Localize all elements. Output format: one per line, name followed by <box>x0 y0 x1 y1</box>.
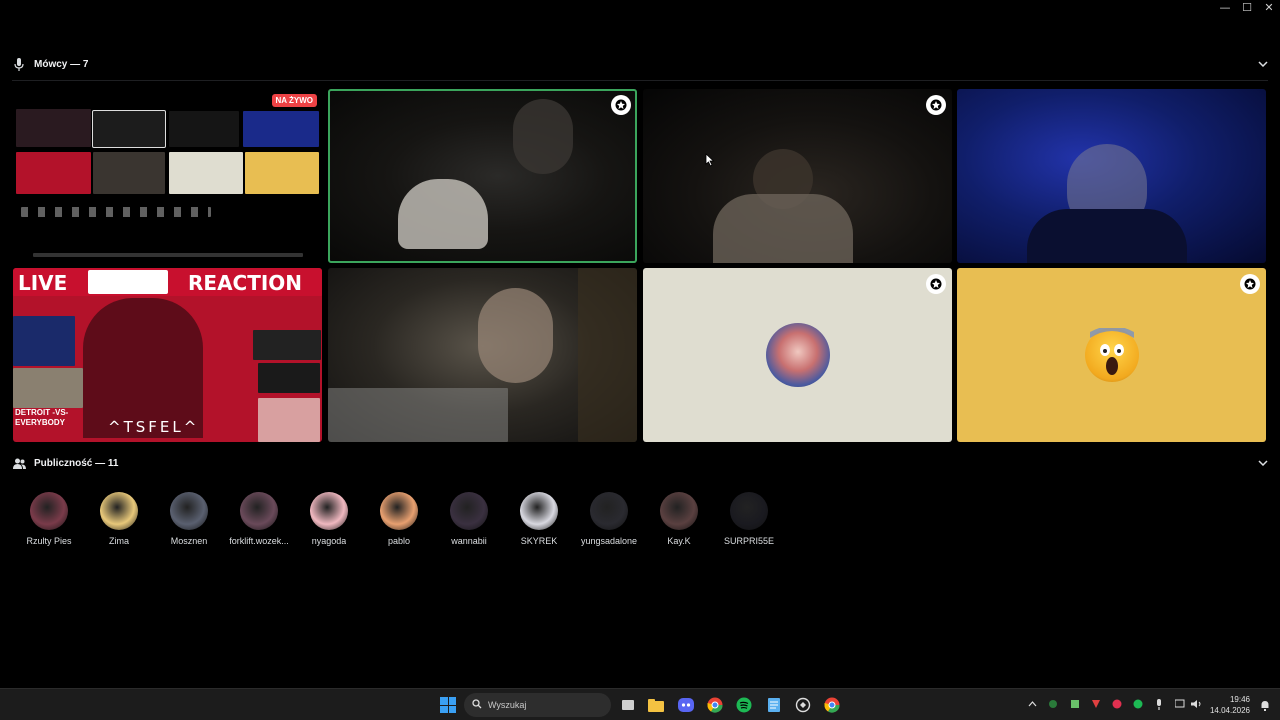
video-tile[interactable] <box>957 89 1266 263</box>
audience-list: Rzulty Pies Zima Mosznen forklift.wozek... n… <box>14 492 784 546</box>
speakers-header[interactable]: Mówcy — 7 <box>0 53 1280 75</box>
microphone-icon[interactable] <box>1153 698 1165 710</box>
avatar <box>240 492 278 530</box>
audience-member-name: nyagoda <box>311 536 347 546</box>
audience-member[interactable]: nyagoda <box>294 492 364 546</box>
minimize-button[interactable]: — <box>1214 0 1236 16</box>
avatar <box>450 492 488 530</box>
divider <box>12 80 1268 81</box>
tray-app-icon[interactable] <box>1111 698 1123 710</box>
audience-member-name: yungsadalone <box>580 536 638 546</box>
avatar <box>170 492 208 530</box>
audience-member-name: wannabii <box>451 536 487 546</box>
app-icon[interactable] <box>793 695 813 715</box>
chrome-icon[interactable] <box>822 695 842 715</box>
search-icon <box>472 696 482 714</box>
audience-member[interactable]: pablo <box>364 492 434 546</box>
stream-live-label: LIVE <box>18 271 68 295</box>
audience-member-name: SURPRI55E <box>723 536 775 546</box>
video-tile-active-speaker[interactable] <box>328 89 637 263</box>
avatar-tile[interactable] <box>957 268 1266 442</box>
audience-member-name: Mosznen <box>170 536 208 546</box>
clock-date: 14.04.2026 <box>1209 706 1250 715</box>
discord-icon[interactable] <box>676 695 696 715</box>
screaming-face-icon <box>1084 326 1139 382</box>
notification-bell-icon[interactable] <box>1260 698 1272 711</box>
avatar-tile[interactable] <box>643 268 952 442</box>
clock[interactable]: 19:46 14.04.2026 <box>1210 694 1250 716</box>
maximize-button[interactable]: ☐ <box>1236 0 1258 16</box>
avatar <box>100 492 138 530</box>
stream-reaction-tile[interactable]: LIVE REACTION ^TSFEL^ DETROIT -VS- EVERY… <box>13 268 322 442</box>
windows-start-icon[interactable] <box>440 697 456 713</box>
live-badge: NA ŻYWO <box>271 94 317 107</box>
people-icon <box>12 456 26 470</box>
avatar <box>520 492 558 530</box>
notepad-icon[interactable] <box>764 695 784 715</box>
window-controls: — ☐ ✕ <box>1214 0 1280 16</box>
screen-share-tile[interactable]: NA ŻYWO <box>13 89 322 263</box>
audience-title: Publiczność — 11 <box>34 457 119 469</box>
stage-moderator-icon <box>1240 274 1260 294</box>
avatar <box>30 492 68 530</box>
audience-member[interactable]: SKYREK <box>504 492 574 546</box>
spotify-icon[interactable] <box>734 695 754 715</box>
audience-member-name: Kay.K <box>667 536 691 546</box>
tray-app-icon[interactable] <box>1047 698 1059 710</box>
audience-member[interactable]: Zima <box>84 492 154 546</box>
speakers-title: Mówcy — 7 <box>34 58 89 70</box>
chevron-down-icon[interactable] <box>1256 456 1270 470</box>
stage-moderator-icon <box>926 274 946 294</box>
tray-app-icon[interactable] <box>1090 698 1102 710</box>
stream-sub-label: DETROIT -VS- EVERYBODY <box>15 408 69 427</box>
spotify-icon[interactable] <box>1132 698 1144 710</box>
file-explorer-icon[interactable] <box>646 695 666 715</box>
video-tile[interactable] <box>643 89 952 263</box>
search-placeholder: Wyszukaj <box>488 700 527 710</box>
audience-member-name: pablo <box>387 536 411 546</box>
audience-member[interactable]: SURPRI55E <box>714 492 784 546</box>
taskbar: Wyszukaj 19:46 14.04.2026 <box>0 688 1280 720</box>
chevron-down-icon[interactable] <box>1256 57 1270 71</box>
audience-member-name: Rzulty Pies <box>26 536 72 546</box>
stage-moderator-icon <box>611 95 631 115</box>
audience-member-name: SKYREK <box>520 536 558 546</box>
task-view-icon[interactable] <box>618 695 638 715</box>
avatar <box>660 492 698 530</box>
avatar <box>380 492 418 530</box>
audience-member[interactable]: Rzulty Pies <box>14 492 84 546</box>
avatar <box>310 492 348 530</box>
close-button[interactable]: ✕ <box>1258 0 1280 16</box>
volume-icon[interactable] <box>1190 698 1202 710</box>
chrome-icon[interactable] <box>705 695 725 715</box>
audience-member[interactable]: wannabii <box>434 492 504 546</box>
audience-member-name: forklift.wozek... <box>229 536 289 546</box>
audience-member[interactable]: Mosznen <box>154 492 224 546</box>
stage-moderator-icon <box>926 95 946 115</box>
network-icon[interactable] <box>1174 698 1186 710</box>
audience-member[interactable]: yungsadalone <box>574 492 644 546</box>
tray-app-icon[interactable] <box>1069 698 1081 710</box>
audience-member-name: Zima <box>109 536 129 546</box>
audience-header[interactable]: Publiczność — 11 <box>0 452 1280 474</box>
audience-member[interactable]: forklift.wozek... <box>224 492 294 546</box>
video-tile[interactable] <box>328 268 637 442</box>
avatar <box>765 323 830 387</box>
cursor-icon <box>705 153 715 172</box>
stream-tag-label: ^TSFEL^ <box>108 418 200 436</box>
taskbar-search[interactable]: Wyszukaj <box>464 693 611 717</box>
avatar <box>590 492 628 530</box>
avatar <box>730 492 768 530</box>
chevron-up-icon[interactable] <box>1026 698 1038 710</box>
microphone-icon <box>12 57 26 71</box>
clock-time: 19:46 <box>1229 695 1250 704</box>
audience-member[interactable]: Kay.K <box>644 492 714 546</box>
stream-reaction-label: REACTION <box>188 271 303 295</box>
